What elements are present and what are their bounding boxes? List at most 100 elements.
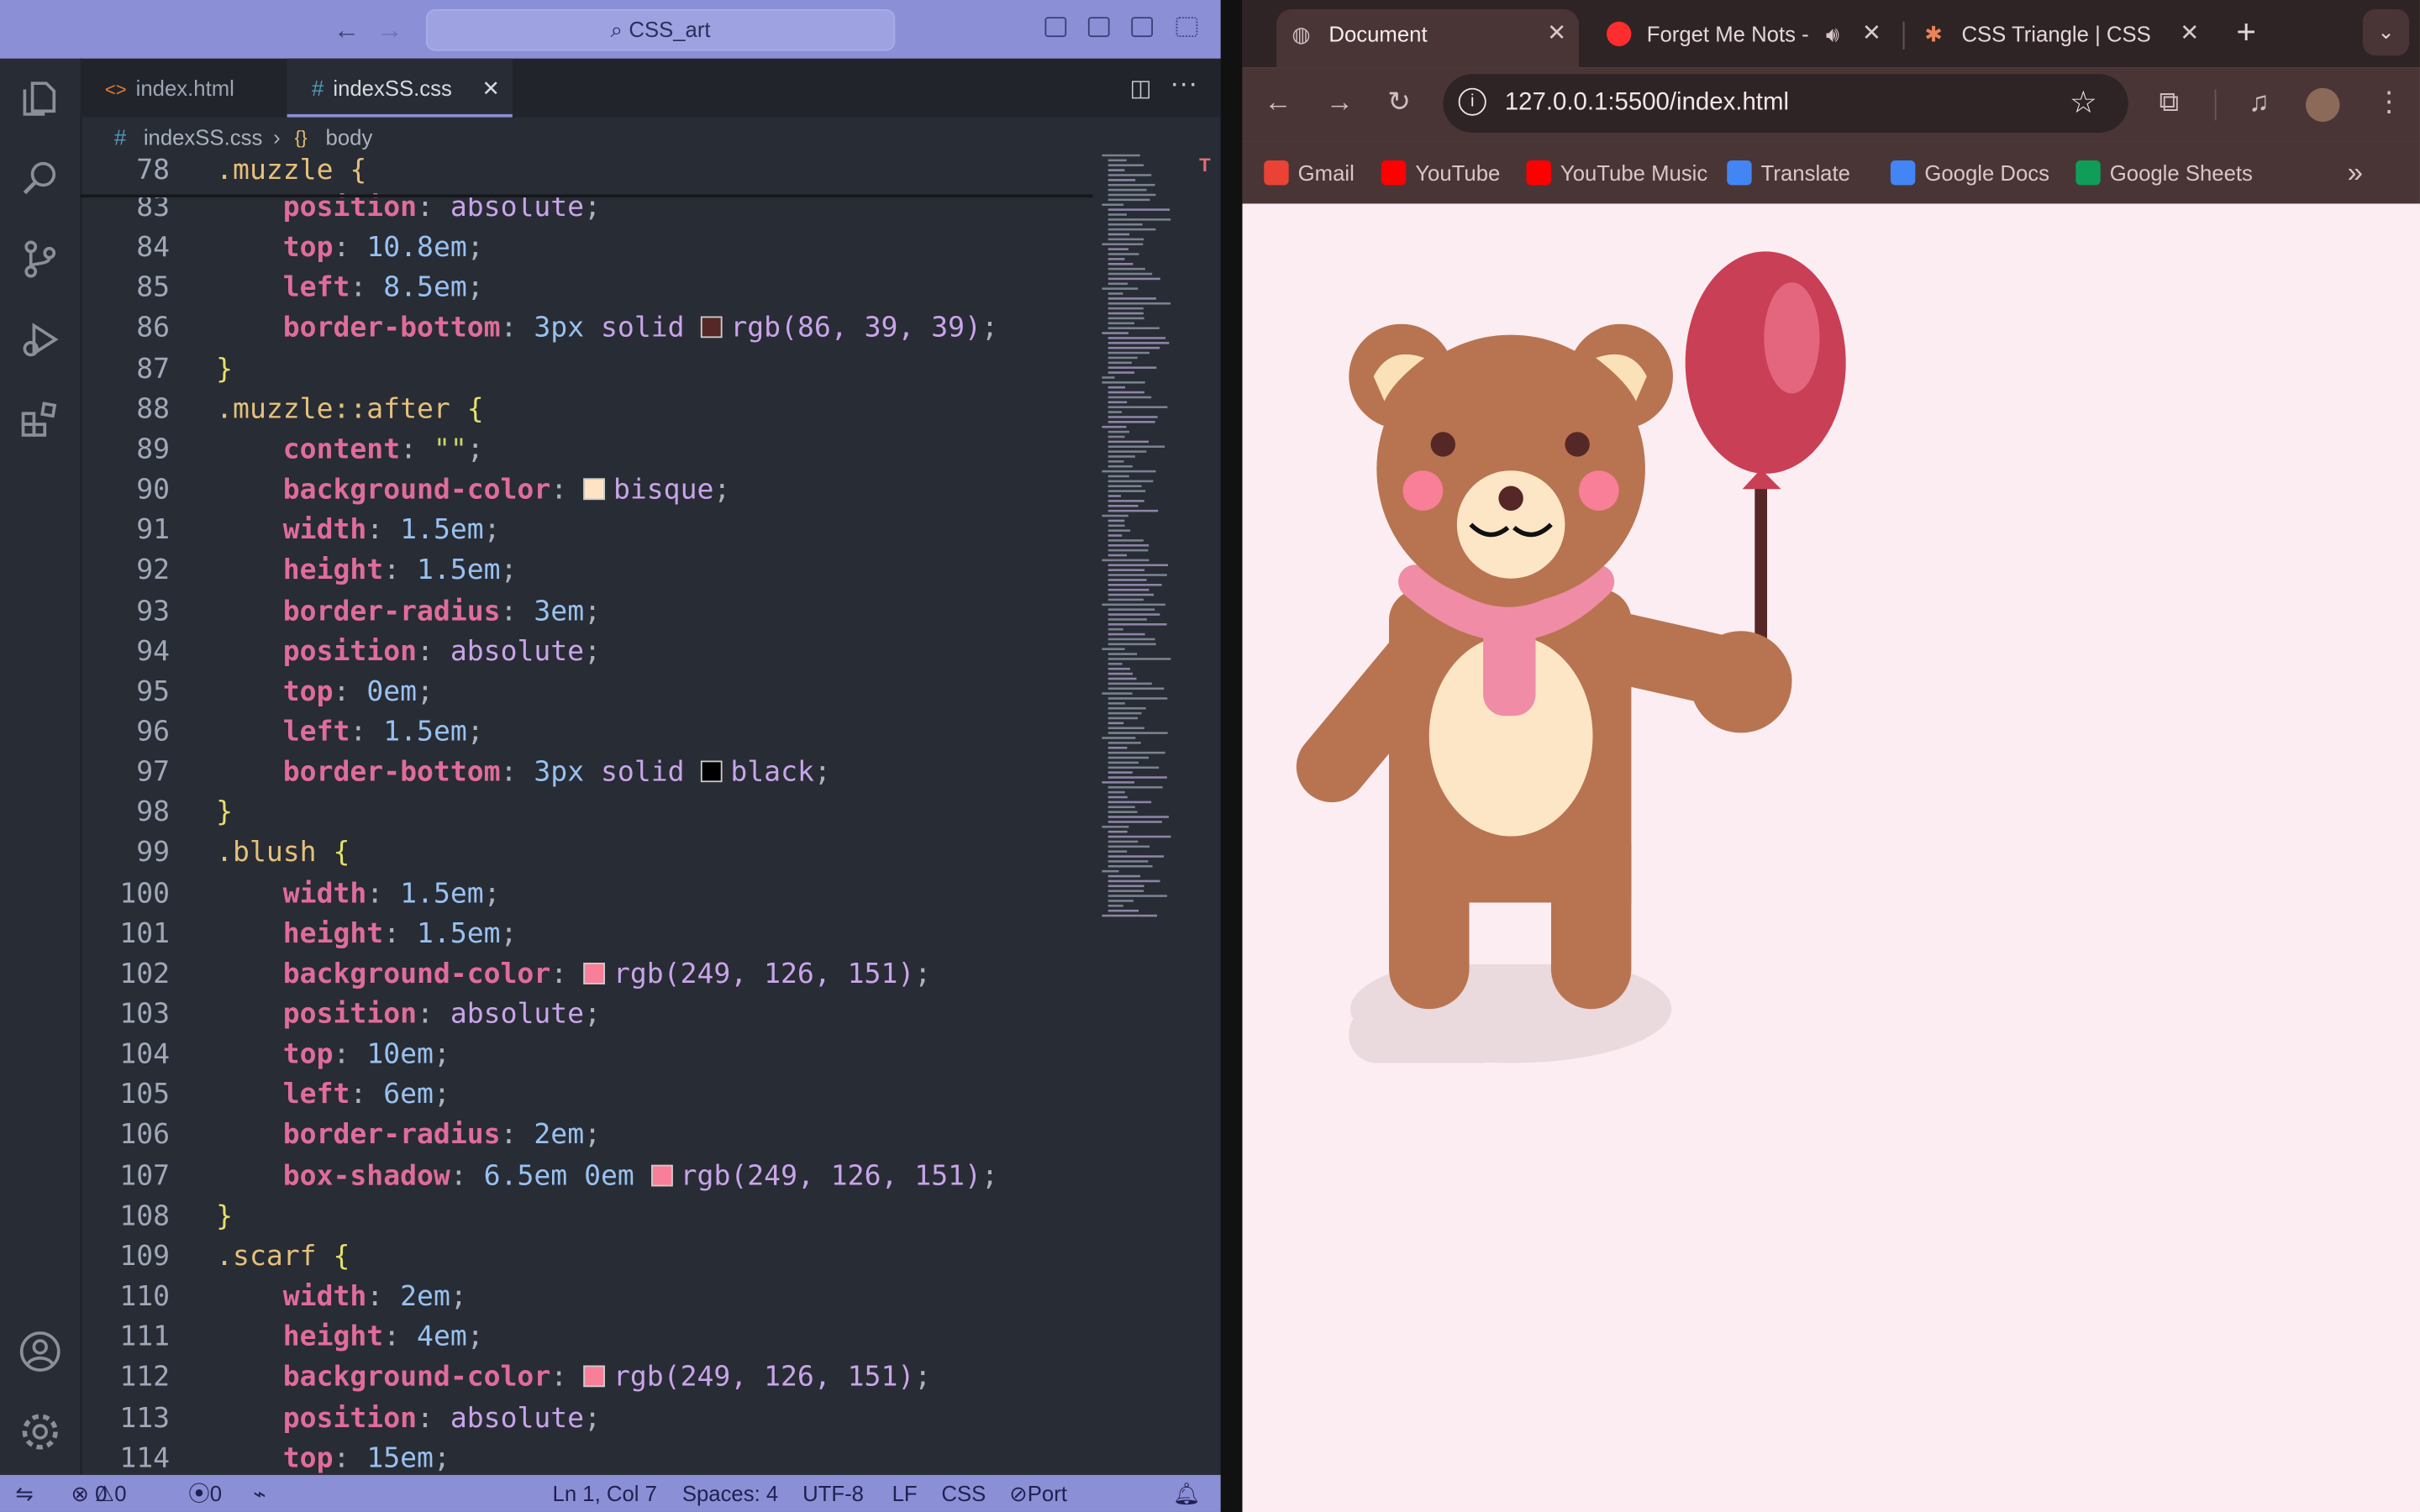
code-line: position: absolute; (216, 635, 601, 668)
end-of-line[interactable]: LF (892, 1475, 918, 1512)
bookmark-google-sheets[interactable]: Google Sheets (2075, 142, 2253, 203)
explorer-icon[interactable] (18, 77, 61, 120)
address-bar[interactable]: i 127.0.0.1:5500/index.html ☆ (1443, 74, 2128, 133)
minimap[interactable] (1099, 154, 1186, 920)
run-debug-icon[interactable] (18, 318, 61, 360)
minimap-line (1102, 425, 1127, 428)
colon: : (366, 1280, 401, 1314)
bookmark-youtube-music[interactable]: YouTube Music (1526, 142, 1707, 203)
breadcrumb-symbol[interactable]: body (326, 120, 373, 154)
minimap-line (1107, 682, 1152, 685)
site-info-icon[interactable]: i (1458, 87, 1486, 116)
extensions-icon[interactable] (18, 398, 61, 441)
code-line: height: 1.5em; (216, 917, 518, 950)
extensions-puzzle-icon[interactable]: ⧉ (2160, 87, 2180, 119)
minimap-line (1107, 751, 1165, 754)
settings-gear-icon[interactable] (18, 1410, 61, 1453)
reload-icon[interactable]: ↻ (1387, 87, 1411, 119)
toggle-panel-icon[interactable] (1087, 17, 1110, 38)
run-icon[interactable]: ⌁ (253, 1475, 266, 1512)
chrome-menu-icon[interactable]: ⋮ (2375, 87, 2403, 119)
breadcrumb-file[interactable]: indexSS.css (144, 120, 263, 154)
code-line: border-radius: 2em; (216, 1119, 601, 1152)
command-center-search[interactable]: ⌕ CSS_art (425, 9, 896, 51)
colon: : (366, 877, 401, 910)
close-tab-icon[interactable]: ✕ (1862, 9, 1881, 59)
css-property: position (282, 998, 418, 1031)
live-server-port[interactable]: ⊘ Port : 5500 (1009, 1475, 1067, 1512)
minimap-line (1107, 450, 1147, 453)
audio-playing-icon[interactable]: 🔊︎ (1826, 9, 1839, 59)
indentation[interactable]: Spaces: 4 (682, 1475, 778, 1512)
notifications-bell-icon[interactable]: 🔔︎ (1173, 1475, 1201, 1512)
minimap-line (1107, 524, 1125, 528)
profile-avatar[interactable] (2306, 87, 2340, 123)
page-viewport (1242, 203, 2420, 1512)
encoding[interactable]: UTF-8 (802, 1475, 864, 1512)
forward-arrow-icon[interactable]: → (376, 15, 402, 46)
more-bookmarks-icon[interactable]: » (2348, 142, 2363, 203)
language-mode[interactable]: CSS (941, 1475, 986, 1512)
css-number-value: 1.5em (417, 917, 501, 950)
minimap-line (1107, 549, 1149, 552)
back-arrow-icon[interactable]: ← (334, 15, 360, 46)
semicolon: ; (584, 1401, 602, 1435)
line-number: 113 (119, 1401, 171, 1435)
tab-search-icon[interactable]: ⌄ (2362, 9, 2410, 56)
media-controls-icon[interactable]: ♫ (2249, 87, 2270, 119)
toggle-primary-sidebar-icon[interactable] (1044, 17, 1067, 38)
customize-layout-icon[interactable] (1176, 17, 1198, 38)
tab-css-triangle[interactable]: ✱ CSS Triangle | CSS-T ✕ (1909, 9, 2212, 68)
remote-icon[interactable]: ⇋ (15, 1475, 34, 1512)
minimap-line (1107, 475, 1129, 478)
code-line: background-color: rgb(249, 126, 151); (216, 958, 931, 990)
tab-index-html[interactable]: <> index.html (81, 59, 281, 118)
bookmark-google-docs[interactable]: Google Docs (1890, 142, 2049, 203)
bookmark-youtube[interactable]: YouTube (1381, 142, 1500, 203)
close-tab-icon[interactable]: ✕ (482, 59, 501, 118)
more-actions-icon[interactable]: ··· (1170, 68, 1197, 101)
colon: : (383, 554, 418, 587)
right-paw (1690, 631, 1792, 733)
line-number: 93 (136, 595, 171, 627)
semicolon: ; (981, 312, 998, 345)
problems-indicator[interactable]: ⊗ 0 ⚠ 0 (71, 1475, 126, 1512)
split-editor-icon[interactable]: ◫ (1129, 74, 1151, 102)
minimap-line (1107, 801, 1152, 804)
close-tab-icon[interactable]: ✕ (2180, 9, 2199, 59)
bookmark-gmail[interactable]: Gmail (1264, 142, 1355, 203)
semicolon: ; (466, 231, 484, 265)
line-number: 85 (136, 271, 171, 305)
tab-forget-me-nots[interactable]: Forget Me Nots - 🔊︎ ✕ (1591, 9, 1894, 68)
new-tab-icon[interactable]: + (2236, 13, 2256, 53)
code-line: position: absolute; (216, 1402, 601, 1435)
youtube-icon (1381, 160, 1407, 186)
minimap-line (1107, 579, 1147, 581)
tab-indexss-css[interactable]: # indexSS.css ✕ (287, 58, 513, 118)
code-line: background-color: rgb(249, 126, 151); (216, 1362, 931, 1394)
close-tab-icon[interactable]: ✕ (1547, 9, 1566, 59)
account-icon[interactable] (18, 1330, 61, 1373)
colon: : (550, 958, 585, 990)
toggle-secondary-sidebar-icon[interactable] (1131, 17, 1154, 38)
minimap-line (1107, 218, 1171, 221)
forward-arrow-icon[interactable]: → (1326, 87, 1354, 119)
code-editor[interactable]: 78 .muzzle {83 position: absolute; 84 top:… (81, 155, 1092, 1475)
minimap-line (1107, 223, 1143, 226)
css-number-value: 3px (534, 312, 585, 345)
css-selector: .scarf (216, 1240, 317, 1273)
open-brace: { (333, 1240, 350, 1273)
bookmark-translate[interactable]: Translate (1727, 142, 1850, 203)
minimap-line (1102, 648, 1125, 650)
ports-indicator[interactable]: ⦿ 0 (188, 1475, 222, 1512)
search-icon[interactable] (18, 157, 61, 200)
cursor-position[interactable]: Ln 1, Col 7 (553, 1475, 657, 1512)
source-control-icon[interactable] (18, 238, 61, 281)
tab-document[interactable]: ◍ Document ✕ (1276, 9, 1579, 68)
css-number-value: 1.5em (417, 554, 501, 587)
minimap-line (1107, 776, 1167, 779)
colon: : (333, 231, 367, 265)
minimap-line (1102, 154, 1140, 157)
bookmark-star-icon[interactable]: ☆ (2070, 74, 2097, 133)
back-arrow-icon[interactable]: ← (1264, 87, 1292, 119)
